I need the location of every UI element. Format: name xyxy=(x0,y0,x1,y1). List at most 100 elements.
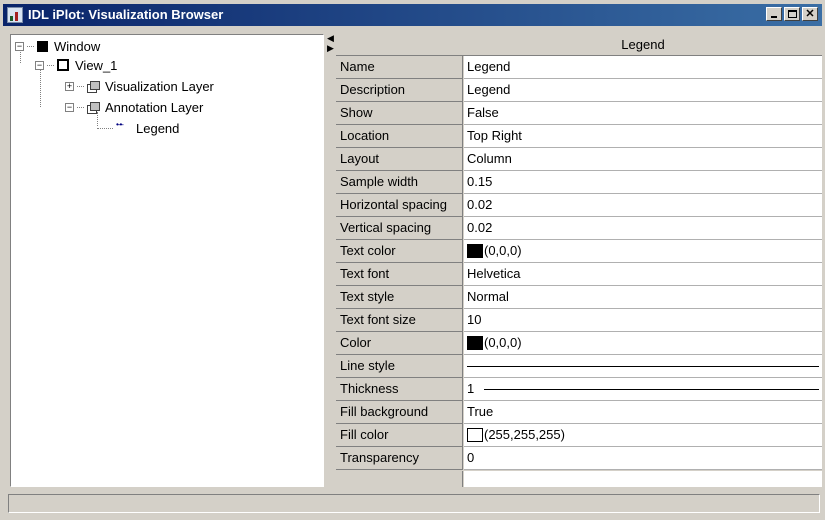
tree-item-label: Annotation Layer xyxy=(105,99,204,115)
tree-item-legend[interactable]: Legend xyxy=(97,119,180,137)
maximize-button[interactable] xyxy=(784,7,800,21)
visualization-tree[interactable]: − Window − View_1 + Visualization Layer … xyxy=(10,34,324,487)
title-bar[interactable]: IDL iPlot: Visualization Browser ✕ xyxy=(3,4,822,26)
tree-item-view[interactable]: − View_1 xyxy=(35,56,117,74)
tree-connector xyxy=(27,45,34,47)
window-icon xyxy=(37,40,48,52)
property-name: Text color xyxy=(336,240,463,263)
collapse-right-icon[interactable]: ▶ xyxy=(327,44,334,53)
property-value[interactable]: Column xyxy=(464,148,822,171)
property-row-horizontal-spacing[interactable]: Horizontal spacing 0.02 xyxy=(336,194,822,217)
property-row-fill-color[interactable]: Fill color (255,255,255) xyxy=(336,424,822,447)
property-value[interactable]: 10 xyxy=(464,309,822,332)
line-style-sample xyxy=(467,366,819,367)
tree-item-label: Visualization Layer xyxy=(105,78,214,94)
property-value[interactable] xyxy=(464,355,822,378)
property-row-location[interactable]: Location Top Right xyxy=(336,125,822,148)
close-icon: ✕ xyxy=(805,8,815,20)
minimize-button[interactable] xyxy=(766,7,782,21)
property-name: Text style xyxy=(336,286,463,309)
property-value[interactable]: 0 xyxy=(464,447,822,470)
property-row-name[interactable]: Name Legend xyxy=(336,56,822,79)
color-value: (0,0,0) xyxy=(484,335,522,350)
property-name: Location xyxy=(336,125,463,148)
property-sheet: Legend Name Legend Description Legend Sh… xyxy=(336,34,822,487)
property-row-text-font-size[interactable]: Text font size 10 xyxy=(336,309,822,332)
property-value[interactable]: Helvetica xyxy=(464,263,822,286)
property-name: Vertical spacing xyxy=(336,217,463,240)
color-value: (0,0,0) xyxy=(484,243,522,258)
property-name: Name xyxy=(336,56,463,79)
property-name: Fill background xyxy=(336,401,463,424)
legend-icon xyxy=(116,120,130,134)
property-name: Line style xyxy=(336,355,463,378)
property-value[interactable]: (255,255,255) xyxy=(464,424,822,447)
property-value[interactable]: True xyxy=(464,401,822,424)
property-row-color[interactable]: Color (0,0,0) xyxy=(336,332,822,355)
tree-connector xyxy=(77,106,84,108)
view-icon xyxy=(57,59,69,71)
property-row-fill-background[interactable]: Fill background True xyxy=(336,401,822,424)
property-name: Horizontal spacing xyxy=(336,194,463,217)
maximize-icon xyxy=(788,10,797,18)
property-row-show[interactable]: Show False xyxy=(336,102,822,125)
property-value[interactable]: (0,0,0) xyxy=(464,240,822,263)
tree-item-visualization-layer[interactable]: + Visualization Layer xyxy=(65,77,214,95)
tree-connector xyxy=(77,85,84,87)
tree-connector xyxy=(97,127,113,129)
thickness-sample xyxy=(484,389,819,390)
property-name: Layout xyxy=(336,148,463,171)
layer-icon xyxy=(87,101,100,114)
tree-item-label: Legend xyxy=(136,120,180,136)
color-swatch xyxy=(467,336,483,350)
property-value[interactable]: False xyxy=(464,102,822,125)
property-row-text-style[interactable]: Text style Normal xyxy=(336,286,822,309)
app-icon[interactable] xyxy=(7,7,23,23)
color-value: (255,255,255) xyxy=(484,427,565,442)
property-value[interactable]: Top Right xyxy=(464,125,822,148)
property-name: Fill color xyxy=(336,424,463,447)
property-row-text-font[interactable]: Text font Helvetica xyxy=(336,263,822,286)
collapse-icon[interactable]: − xyxy=(65,102,74,112)
collapse-icon[interactable]: − xyxy=(35,60,44,70)
property-row-description[interactable]: Description Legend xyxy=(336,79,822,102)
property-value[interactable]: Legend xyxy=(464,56,822,79)
color-swatch xyxy=(467,428,483,442)
panel-splitter[interactable]: ◀ ▶ xyxy=(325,34,335,487)
grid-empty-area xyxy=(336,471,463,487)
property-row-transparency[interactable]: Transparency 0 xyxy=(336,447,822,470)
property-value[interactable]: Normal xyxy=(464,286,822,309)
collapse-left-icon[interactable]: ◀ xyxy=(327,34,334,43)
property-name: Show xyxy=(336,102,463,125)
property-value[interactable]: 0.02 xyxy=(464,217,822,240)
tree-item-window[interactable]: − Window xyxy=(15,37,100,55)
property-value-header: Legend xyxy=(464,34,822,56)
minimize-icon xyxy=(771,16,777,18)
window-title: IDL iPlot: Visualization Browser xyxy=(28,7,224,22)
property-row-text-color[interactable]: Text color (0,0,0) xyxy=(336,240,822,263)
property-row-line-style[interactable]: Line style xyxy=(336,355,822,378)
property-row-layout[interactable]: Layout Column xyxy=(336,148,822,171)
property-row-thickness[interactable]: Thickness 1 xyxy=(336,378,822,401)
tree-item-label: Window xyxy=(54,38,101,54)
property-name: Color xyxy=(336,332,463,355)
tree-item-annotation-layer[interactable]: − Annotation Layer xyxy=(65,98,203,116)
layer-icon xyxy=(87,80,100,93)
property-value[interactable]: 0.15 xyxy=(464,171,822,194)
tree-item-label: View_1 xyxy=(75,57,118,73)
property-row-vertical-spacing[interactable]: Vertical spacing 0.02 xyxy=(336,217,822,240)
property-name: Text font size xyxy=(336,309,463,332)
property-row-sample-width[interactable]: Sample width 0.15 xyxy=(336,171,822,194)
property-name: Thickness xyxy=(336,378,463,401)
status-bar xyxy=(8,494,820,513)
tree-connector xyxy=(47,64,54,66)
expand-icon[interactable]: + xyxy=(65,81,74,91)
property-value[interactable]: (0,0,0) xyxy=(464,332,822,355)
property-name: Description xyxy=(336,79,463,102)
close-button[interactable]: ✕ xyxy=(802,7,818,21)
collapse-icon[interactable]: − xyxy=(15,41,24,51)
visualization-browser-window: IDL iPlot: Visualization Browser ✕ − Win… xyxy=(0,0,825,520)
property-value[interactable]: 0.02 xyxy=(464,194,822,217)
property-value[interactable]: 1 xyxy=(464,378,822,401)
property-value[interactable]: Legend xyxy=(464,79,822,102)
